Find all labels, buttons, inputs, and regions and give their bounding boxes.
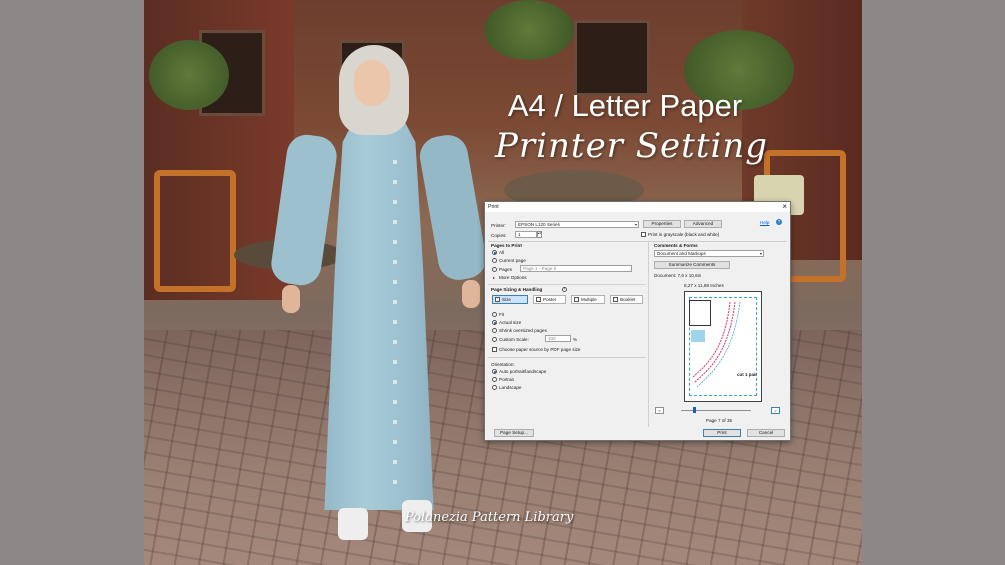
- preview-cut-text: cut 1 pair: [737, 372, 758, 377]
- comments-forms-select[interactable]: Document and Markups ▾: [654, 250, 764, 257]
- landscape-radio[interactable]: [492, 385, 497, 390]
- actual-size-radio[interactable]: [492, 320, 497, 325]
- multiple-icon: [574, 297, 579, 302]
- help-link[interactable]: Help: [760, 220, 769, 225]
- paper-size: 8,27 x 11,69 Inches: [684, 283, 724, 288]
- tab-booklet[interactable]: Booklet: [610, 295, 643, 304]
- info-icon[interactable]: i: [562, 287, 567, 292]
- expand-arrow-icon[interactable]: ▸: [493, 275, 495, 280]
- current-page-label: Current page: [499, 258, 526, 263]
- page-preview: cut 1 pair: [684, 291, 762, 402]
- more-options-toggle[interactable]: More Options: [499, 275, 527, 280]
- boot: [338, 508, 368, 540]
- comments-forms-heading: Comments & Forms: [654, 243, 698, 248]
- plant: [149, 40, 229, 110]
- comments-forms-value: Document and Markups: [657, 251, 706, 256]
- pages-range-input[interactable]: Page 1 - Page 6: [520, 265, 632, 272]
- page-indicator: Page 7 of 35: [706, 418, 733, 423]
- current-page-radio[interactable]: [492, 258, 497, 263]
- auto-orientation-radio[interactable]: [492, 369, 497, 374]
- copies-label: Copies:: [491, 233, 507, 238]
- watermark: Polanezia Pattern Library: [405, 510, 574, 525]
- plant: [484, 0, 574, 60]
- dialog-titlebar: Print ×: [485, 202, 790, 212]
- tab-poster[interactable]: Poster: [533, 295, 566, 304]
- prev-page-button[interactable]: <: [655, 407, 664, 414]
- paper-source-label: Choose paper source by PDF page size: [499, 347, 581, 352]
- paper-source-checkbox[interactable]: [492, 347, 497, 352]
- pages-to-print-heading: Pages to Print: [491, 243, 522, 248]
- landscape-label: Landscape: [499, 385, 522, 390]
- page-slider-track[interactable]: [681, 410, 751, 411]
- tab-booklet-label: Booklet: [620, 297, 636, 302]
- pages-all-radio[interactable]: [492, 250, 497, 255]
- fit-label: Fit: [499, 312, 505, 317]
- button-row: [393, 160, 397, 490]
- close-icon[interactable]: ×: [782, 202, 787, 212]
- heading-title: A4 / Letter Paper: [507, 88, 743, 123]
- chevron-down-icon: ▾: [634, 222, 637, 227]
- help-icon[interactable]: ?: [776, 219, 782, 225]
- tab-poster-label: Poster: [543, 297, 557, 302]
- copies-value: 1: [518, 232, 521, 237]
- print-button[interactable]: Print: [703, 429, 741, 437]
- printer-label: Printer:: [491, 223, 506, 228]
- pages-all-label: All: [499, 250, 505, 255]
- chevron-down-icon: ▾: [759, 251, 762, 256]
- face: [354, 60, 390, 106]
- summarize-comments-button[interactable]: Summarize Comments: [654, 261, 730, 269]
- copies-input[interactable]: 1: [515, 231, 537, 238]
- hand: [462, 280, 480, 308]
- percent-sign: %: [573, 337, 578, 342]
- portrait-radio[interactable]: [492, 377, 497, 382]
- divider: [488, 357, 646, 358]
- chair: [154, 170, 236, 292]
- divider: [488, 284, 646, 285]
- dialog-body: Printer: EPSON L120 Series ▾ Properties …: [485, 212, 790, 440]
- divider: [488, 241, 787, 242]
- tab-multiple[interactable]: Multiple: [571, 295, 605, 304]
- pattern-curve-lines: [692, 301, 741, 388]
- auto-orientation-label: Auto portrait/landscape: [499, 369, 547, 374]
- poster-icon: [536, 297, 541, 302]
- custom-scale-input[interactable]: 100: [545, 335, 571, 342]
- advanced-button[interactable]: Advanced: [684, 220, 722, 228]
- custom-scale-radio[interactable]: [492, 337, 497, 342]
- orientation-heading: Orientation:: [491, 362, 515, 367]
- copies-stepper[interactable]: ▴▾: [537, 231, 542, 238]
- shrink-label: Shrink oversized pages: [499, 328, 547, 333]
- page-setup-button[interactable]: Page Setup...: [494, 429, 534, 437]
- page-sizing-heading: Page Sizing & Handling: [491, 287, 543, 292]
- size-icon: [495, 297, 500, 302]
- sleeve: [416, 131, 490, 284]
- document-size: Document: 7,6 x 10,6in: [654, 273, 702, 278]
- booklet-icon: [613, 297, 618, 302]
- dialog-title: Print: [488, 204, 499, 210]
- hand: [282, 285, 300, 313]
- shrink-radio[interactable]: [492, 328, 497, 333]
- custom-scale-label: Custom Scale:: [499, 337, 529, 342]
- right-margin: [862, 0, 1005, 565]
- properties-button[interactable]: Properties: [643, 220, 681, 228]
- heading-subtitle: Printer Setting: [495, 126, 769, 166]
- grayscale-checkbox[interactable]: [641, 232, 646, 237]
- cancel-button[interactable]: Cancel: [747, 429, 785, 437]
- divider: [648, 242, 649, 427]
- print-dialog: Print × Printer: EPSON L120 Series ▾ Pro…: [484, 201, 791, 441]
- window: [574, 20, 650, 96]
- tab-size-label: Size: [502, 297, 511, 302]
- page-slider-thumb[interactable]: [693, 407, 696, 413]
- tab-size[interactable]: Size: [492, 295, 528, 304]
- next-page-button[interactable]: >: [771, 407, 780, 414]
- printer-select[interactable]: EPSON L120 Series ▾: [515, 221, 639, 228]
- pages-range-label: Pages: [499, 267, 513, 272]
- grayscale-label: Print in grayscale (black and white): [648, 232, 720, 237]
- fit-radio[interactable]: [492, 312, 497, 317]
- printer-value: EPSON L120 Series: [518, 222, 560, 227]
- tab-multiple-label: Multiple: [581, 297, 597, 302]
- portrait-label: Portrait: [499, 377, 514, 382]
- actual-size-label: Actual size: [499, 320, 522, 325]
- left-margin: [0, 0, 144, 565]
- pages-range-radio[interactable]: [492, 267, 497, 272]
